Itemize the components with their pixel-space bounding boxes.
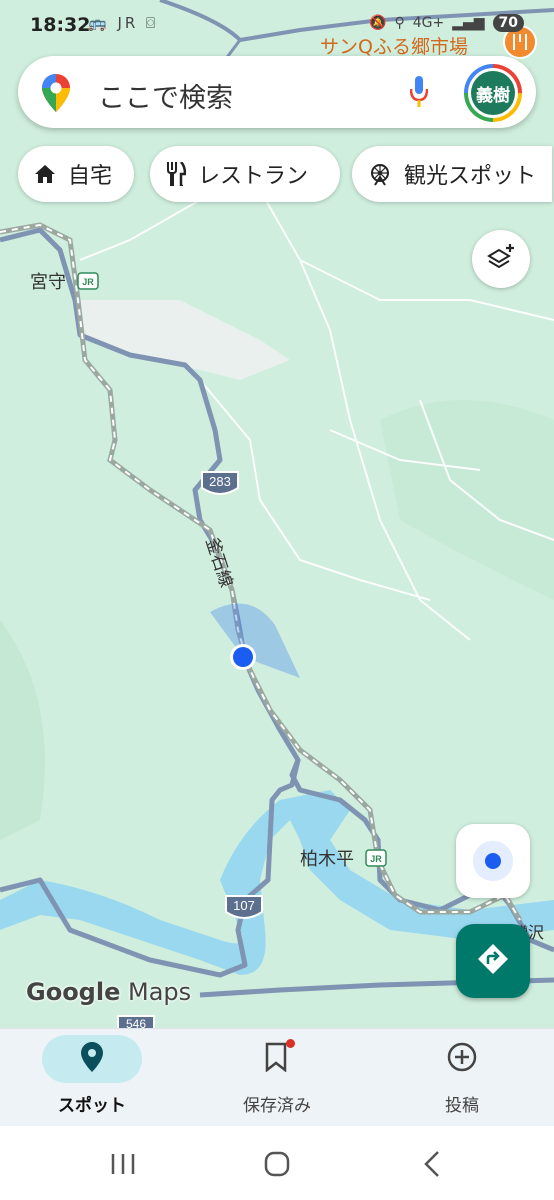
svg-text:107: 107	[233, 898, 255, 913]
svg-text:JR: JR	[370, 854, 382, 864]
directions-icon	[476, 942, 510, 980]
restaurant-icon	[166, 162, 186, 186]
tab-saved-label: 保存済み	[243, 1096, 311, 1116]
search-input[interactable]: ここで検索	[98, 76, 233, 115]
maps-pin-icon	[42, 74, 70, 116]
system-navigation-bar	[0, 1126, 554, 1200]
route-shield-283: 283	[201, 471, 239, 495]
signal-icon: ▂▄▆	[452, 15, 485, 31]
tab-spots-label: スポット	[58, 1096, 126, 1116]
chip-restaurant-label: レストラン	[198, 164, 309, 189]
layers-icon	[486, 242, 516, 276]
add-circle-icon	[446, 1041, 478, 1077]
chip-attractions[interactable]: 観光スポット	[352, 146, 552, 202]
layers-button[interactable]	[472, 230, 530, 288]
svg-text:JR: JR	[82, 277, 94, 287]
notification-dot	[286, 1039, 295, 1048]
google-maps-logo: Google Maps	[26, 978, 192, 1006]
battery-level: 70	[492, 14, 524, 32]
my-location-icon	[485, 853, 501, 869]
svg-text:柏木平: 柏木平	[300, 849, 354, 870]
status-left-icons: 🚌 JR ⌼	[88, 14, 159, 32]
status-time: 18:32	[30, 14, 91, 36]
network-label: 4G+	[412, 15, 445, 31]
recent-apps-button[interactable]	[103, 1148, 143, 1180]
bottom-navigation: スポット 保存済み 投稿	[0, 1028, 554, 1127]
account-avatar[interactable]: 義樹	[464, 64, 522, 122]
my-location-dot[interactable]	[233, 647, 253, 667]
back-button[interactable]	[412, 1148, 452, 1180]
route-shield-107: 107	[225, 895, 263, 919]
tab-contribute-label: 投稿	[445, 1096, 479, 1116]
mute-icon: 🔕	[369, 15, 387, 31]
bookmark-icon	[265, 1039, 295, 1076]
microphone-icon[interactable]	[409, 76, 429, 112]
home-button[interactable]	[257, 1148, 297, 1180]
status-right-icons: 🔕 ⚲ 4G+ ▂▄▆ 70	[369, 14, 524, 32]
location-status-icon: ⚲	[394, 15, 405, 31]
chip-home[interactable]: 自宅	[18, 146, 134, 202]
tab-spots[interactable]: スポット	[2, 1029, 182, 1127]
chip-home-label: 自宅	[68, 164, 113, 189]
attraction-icon	[368, 162, 392, 186]
chip-attractions-label: 観光スポット	[404, 164, 537, 189]
my-location-button[interactable]	[456, 824, 530, 898]
svg-text:283: 283	[209, 474, 231, 489]
tab-saved[interactable]: 保存済み	[187, 1029, 367, 1127]
home-icon	[34, 164, 56, 184]
svg-text:宮守: 宮守	[30, 272, 66, 293]
directions-button[interactable]	[456, 924, 530, 998]
status-bar: 18:32 🚌 JR ⌼ 🔕 ⚲ 4G+ ▂▄▆ 70	[0, 0, 554, 52]
tab-contribute[interactable]: 投稿	[372, 1029, 552, 1127]
search-bar[interactable]: ここで検索 義樹	[18, 56, 536, 128]
location-pin-icon	[81, 1042, 103, 1076]
chip-restaurant[interactable]: レストラン	[150, 146, 340, 202]
